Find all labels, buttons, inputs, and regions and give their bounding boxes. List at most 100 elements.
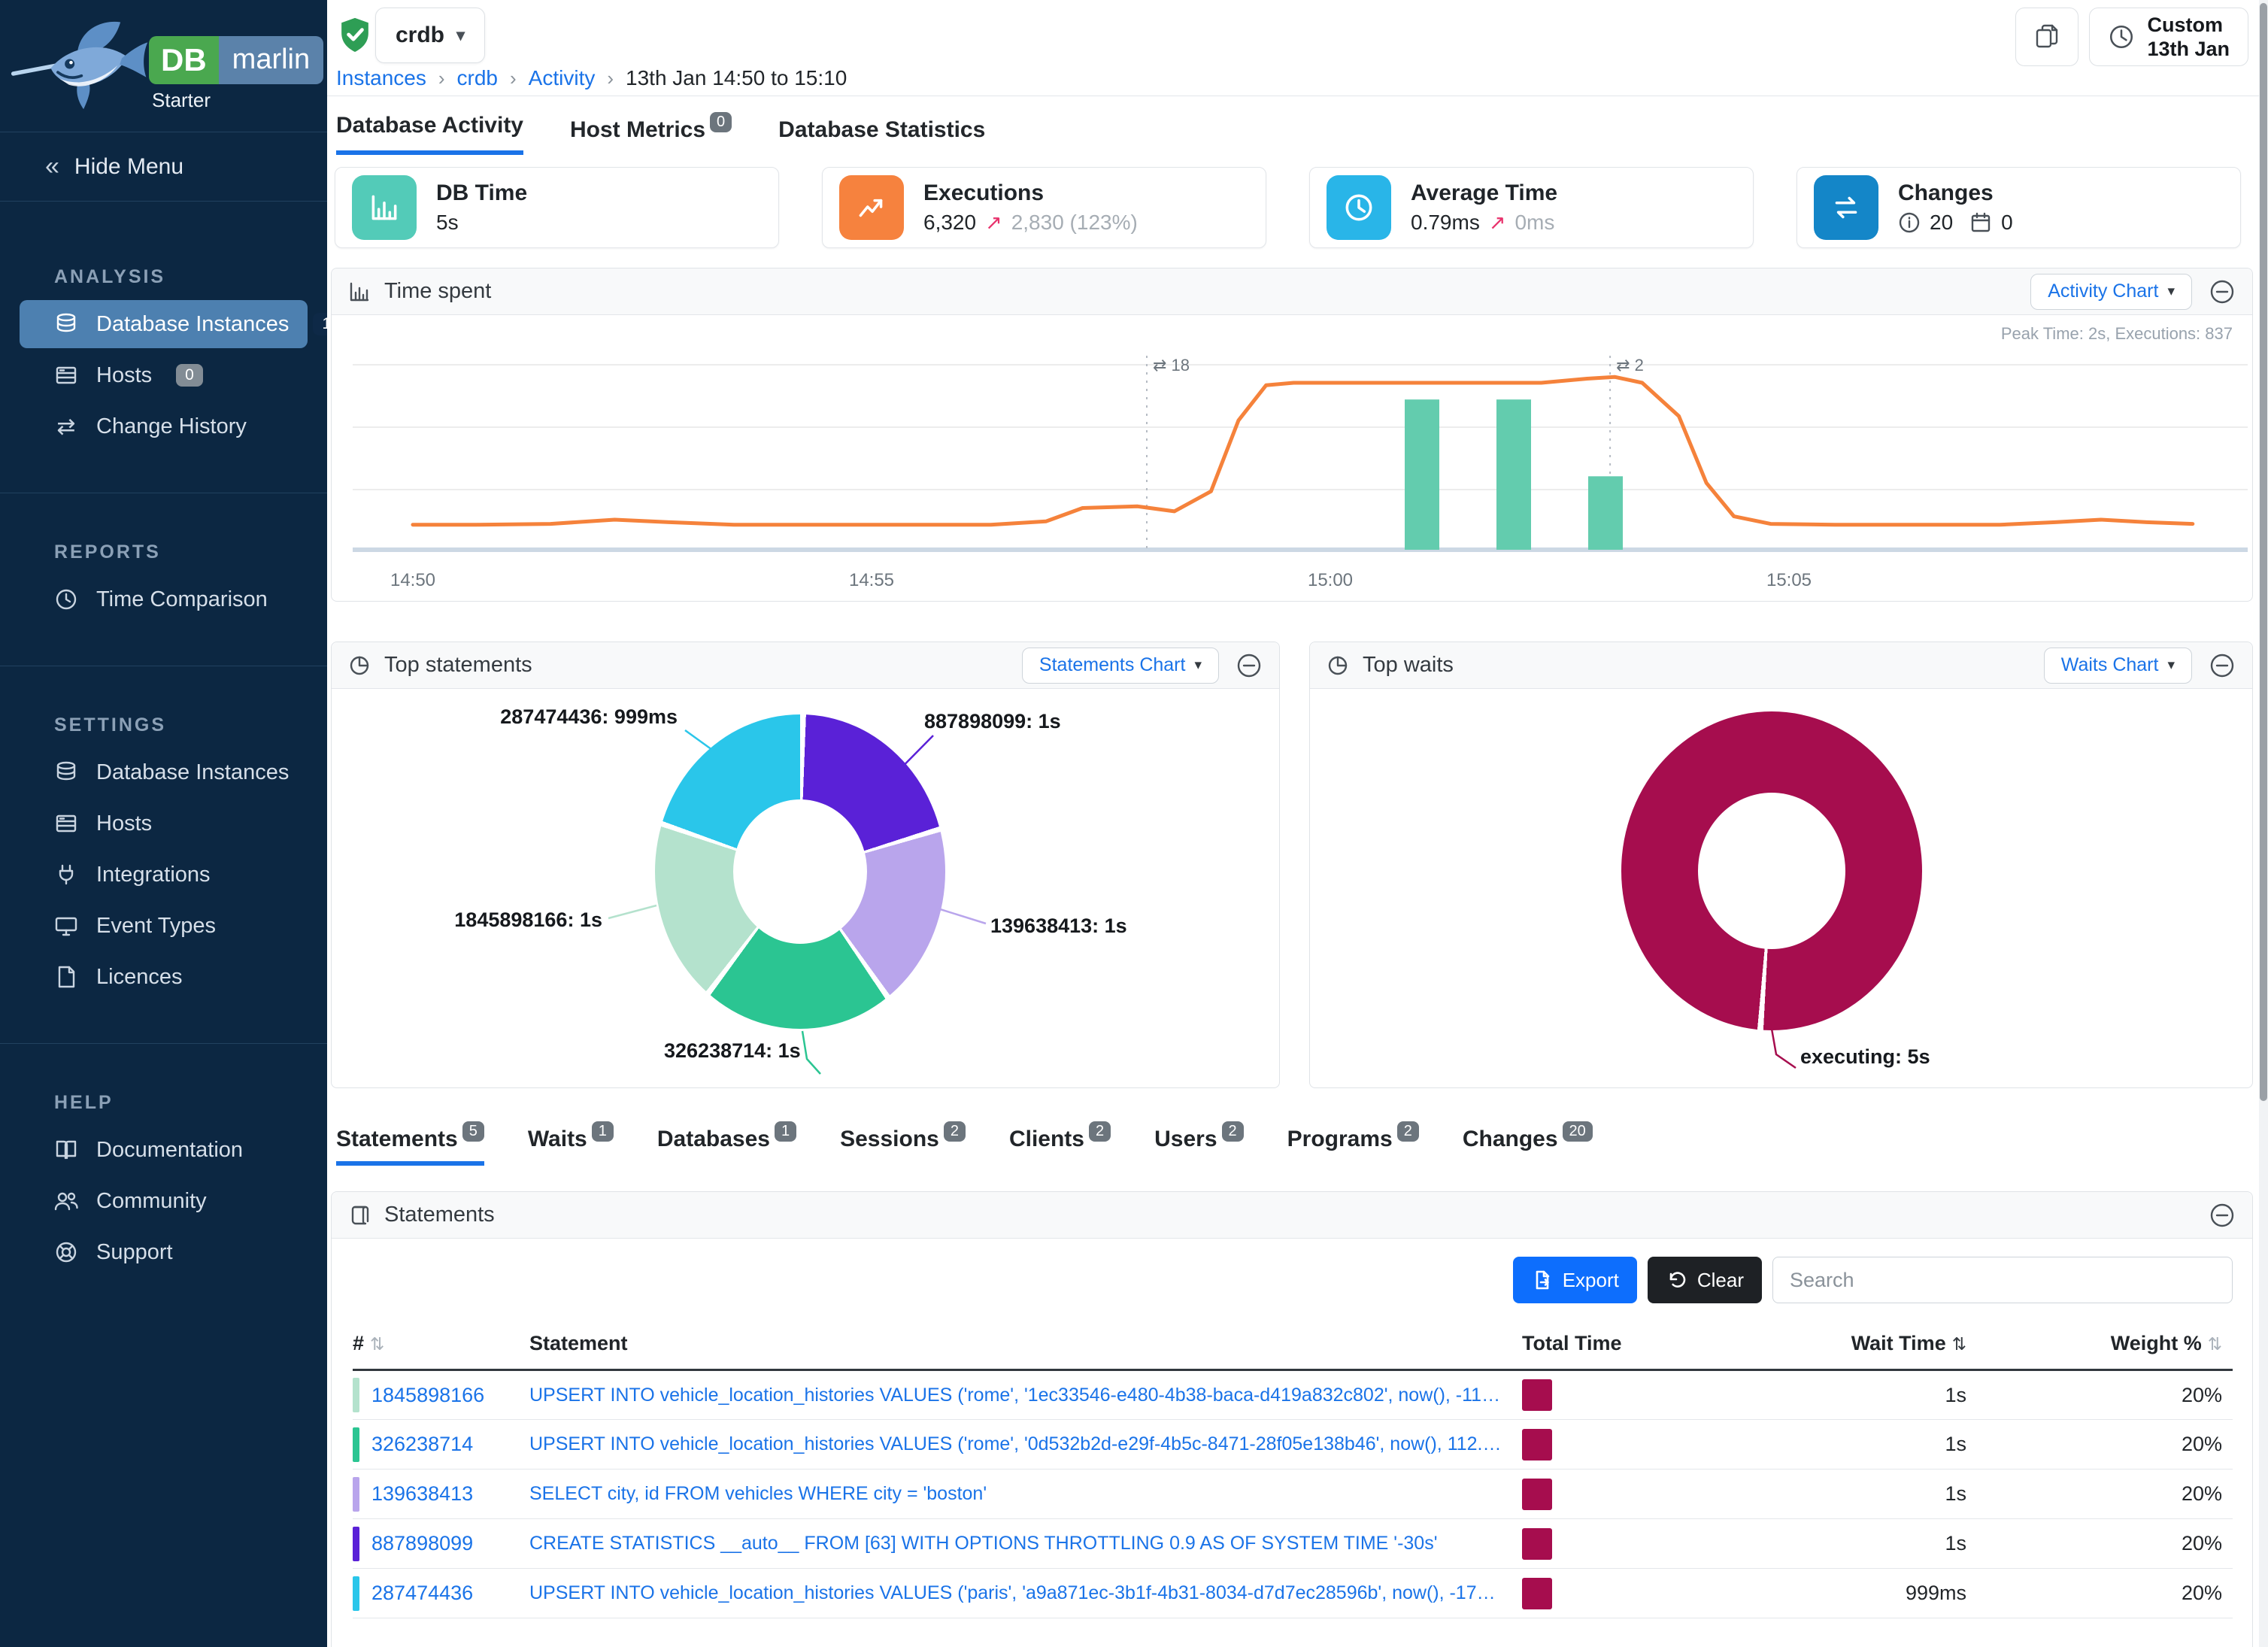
statement-link[interactable]: UPSERT INTO vehicle_location_histories V…	[529, 1433, 1522, 1455]
calendar-icon	[1969, 211, 1992, 234]
tab-database-activity[interactable]: Database Activity	[336, 113, 523, 155]
tab-badge: 2	[944, 1121, 966, 1142]
sidebar-item-label: Database Instances	[96, 760, 289, 785]
page-scrollbar[interactable]	[2259, 0, 2268, 1647]
activity-chart-dropdown[interactable]: Activity Chart▾	[2030, 274, 2192, 310]
tab-waits[interactable]: Waits1	[528, 1127, 614, 1161]
topbar: crdb ▾ Instances › crdb › Activity › 13t…	[327, 0, 2268, 96]
tab-sessions[interactable]: Sessions2	[840, 1127, 966, 1161]
statement-id-link[interactable]: 887898099	[371, 1532, 473, 1555]
waits-donut-chart[interactable]: executing: 5s	[1310, 689, 2252, 1087]
statement-color-bar	[353, 1576, 359, 1611]
clear-button[interactable]: Clear	[1648, 1257, 1762, 1303]
breadcrumb-activity[interactable]: Activity	[529, 66, 596, 90]
sidebar-item-label: Change History	[96, 414, 247, 439]
time-spent-chart[interactable]: Peak Time: 2s, Executions: 837 ⇄ 18⇄ 214…	[332, 315, 2252, 601]
swap-arrows-icon	[1814, 175, 1878, 240]
tab-statements[interactable]: Statements5	[336, 1127, 484, 1166]
statements-chart-dropdown[interactable]: Statements Chart▾	[1022, 648, 1219, 684]
sidebar-item-label: Event Types	[96, 914, 216, 939]
monitor-icon	[53, 912, 80, 939]
breadcrumb-separator: ›	[438, 67, 445, 90]
instance-selector[interactable]: crdb ▾	[375, 8, 485, 63]
changes-info-count: 20	[1930, 211, 1953, 235]
sidebar-item-community[interactable]: Community	[20, 1177, 308, 1225]
top-waits-header: Top waits Waits Chart▾	[1310, 642, 2252, 689]
tab-users[interactable]: Users2	[1154, 1127, 1244, 1161]
database-icon	[53, 311, 80, 338]
column-header-weight[interactable]: Weight %⇅	[1977, 1320, 2233, 1370]
collapse-icon[interactable]	[2209, 1202, 2236, 1229]
sidebar-item-documentation[interactable]: Documentation	[20, 1126, 308, 1174]
column-header-total-time[interactable]: Total Time	[1522, 1320, 1684, 1370]
tab-host-metrics[interactable]: Host Metrics0	[570, 117, 732, 155]
collapse-icon[interactable]	[2209, 278, 2236, 305]
sidebar-item-integrations[interactable]: Integrations	[20, 851, 308, 899]
divider	[0, 1043, 327, 1044]
statement-link[interactable]: SELECT city, id FROM vehicles WHERE city…	[529, 1483, 1522, 1505]
column-header-id[interactable]: #⇅	[353, 1320, 529, 1370]
time-range-button[interactable]: Custom 13th Jan	[2089, 8, 2248, 66]
collapse-icon[interactable]	[2209, 652, 2236, 679]
hide-menu-button[interactable]: « Hide Menu	[0, 132, 327, 202]
tab-clients[interactable]: Clients2	[1009, 1127, 1111, 1161]
table-row: 1845898166 UPSERT INTO vehicle_location_…	[353, 1370, 2233, 1420]
tab-badge: 2	[1089, 1121, 1111, 1142]
tab-changes[interactable]: Changes20	[1463, 1127, 1593, 1161]
card-title: Average Time	[1411, 180, 1557, 206]
tab-databases[interactable]: Databases1	[657, 1127, 796, 1161]
waits-chart-dropdown[interactable]: Waits Chart▾	[2044, 648, 2192, 684]
logo[interactable]: DBmarlin Starter	[0, 0, 327, 132]
chevrons-left-icon: «	[45, 152, 59, 181]
sidebar-item-label: Hosts	[96, 363, 152, 388]
tab-database-statistics[interactable]: Database Statistics	[778, 117, 985, 155]
sort-icon: ⇅	[2208, 1334, 2222, 1354]
chevron-down-icon: ▾	[456, 26, 465, 45]
card-delta: 0ms	[1515, 211, 1554, 235]
sidebar-item-time-comparison[interactable]: Time Comparison	[20, 575, 308, 623]
sidebar-item-hosts[interactable]: Hosts 0	[20, 351, 308, 399]
statement-link[interactable]: CREATE STATISTICS __auto__ FROM [63] WIT…	[529, 1533, 1522, 1554]
statements-donut-chart[interactable]: 287474436: 999ms 887898099: 1s 184589816…	[332, 689, 1279, 1087]
statement-id-link[interactable]: 326238714	[371, 1433, 473, 1456]
top-statements-panel: Top statements Statements Chart▾ 2874744…	[331, 642, 1280, 1088]
changes-calendar-count: 0	[2001, 211, 2013, 235]
wait-time-value: 1s	[1684, 1420, 1977, 1470]
sidebar-item-change-history[interactable]: ⇄ Change History	[20, 402, 308, 450]
sidebar-item-settings-database-instances[interactable]: Database Instances	[20, 748, 308, 796]
table-row: 887898099 CREATE STATISTICS __auto__ FRO…	[353, 1519, 2233, 1569]
tab-programs[interactable]: Programs2	[1287, 1127, 1419, 1161]
sidebar-item-database-instances[interactable]: Database Instances 1	[20, 300, 308, 348]
sidebar-item-event-types[interactable]: Event Types	[20, 902, 308, 950]
statement-id-link[interactable]: 139638413	[371, 1482, 473, 1506]
collapse-icon[interactable]	[1236, 652, 1263, 679]
total-time-bar	[1522, 1479, 1552, 1510]
bar-chart-icon	[352, 175, 417, 240]
statement-id-link[interactable]: 287474436	[371, 1582, 473, 1605]
tab-badge: 2	[1222, 1121, 1244, 1142]
statement-link[interactable]: UPSERT INTO vehicle_location_histories V…	[529, 1385, 1522, 1406]
breadcrumb-crdb[interactable]: crdb	[457, 66, 498, 90]
panel-title: Statements	[384, 1203, 495, 1227]
statement-id-link[interactable]: 1845898166	[371, 1384, 484, 1407]
time-range-mode: Custom	[2147, 13, 2230, 37]
sidebar-item-support[interactable]: Support	[20, 1228, 308, 1276]
card-executions: Executions 6,320 ↗ 2,830 (123%)	[822, 167, 1266, 248]
copy-link-button[interactable]	[2015, 8, 2078, 66]
export-button[interactable]: Export	[1513, 1257, 1637, 1303]
clock-icon	[2108, 23, 2135, 50]
statement-link[interactable]: UPSERT INTO vehicle_location_histories V…	[529, 1582, 1522, 1604]
tab-badge: 5	[462, 1121, 484, 1142]
sidebar-item-licences[interactable]: Licences	[20, 953, 308, 1001]
caret-down-icon: ▾	[2167, 283, 2175, 300]
column-header-wait-time[interactable]: Wait Time⇅	[1684, 1320, 1977, 1370]
scrollbar-thumb[interactable]	[2260, 3, 2267, 1101]
sidebar-item-settings-hosts[interactable]: Hosts	[20, 799, 308, 848]
table-toolbar: Export Clear	[332, 1239, 2252, 1303]
search-input[interactable]	[1772, 1257, 2233, 1303]
breadcrumb-instances[interactable]: Instances	[336, 66, 426, 90]
sort-icon: ⇅	[370, 1334, 384, 1354]
sidebar-item-label: Database Instances	[96, 312, 289, 337]
column-header-statement[interactable]: Statement	[529, 1320, 1522, 1370]
clock-icon	[53, 586, 80, 613]
